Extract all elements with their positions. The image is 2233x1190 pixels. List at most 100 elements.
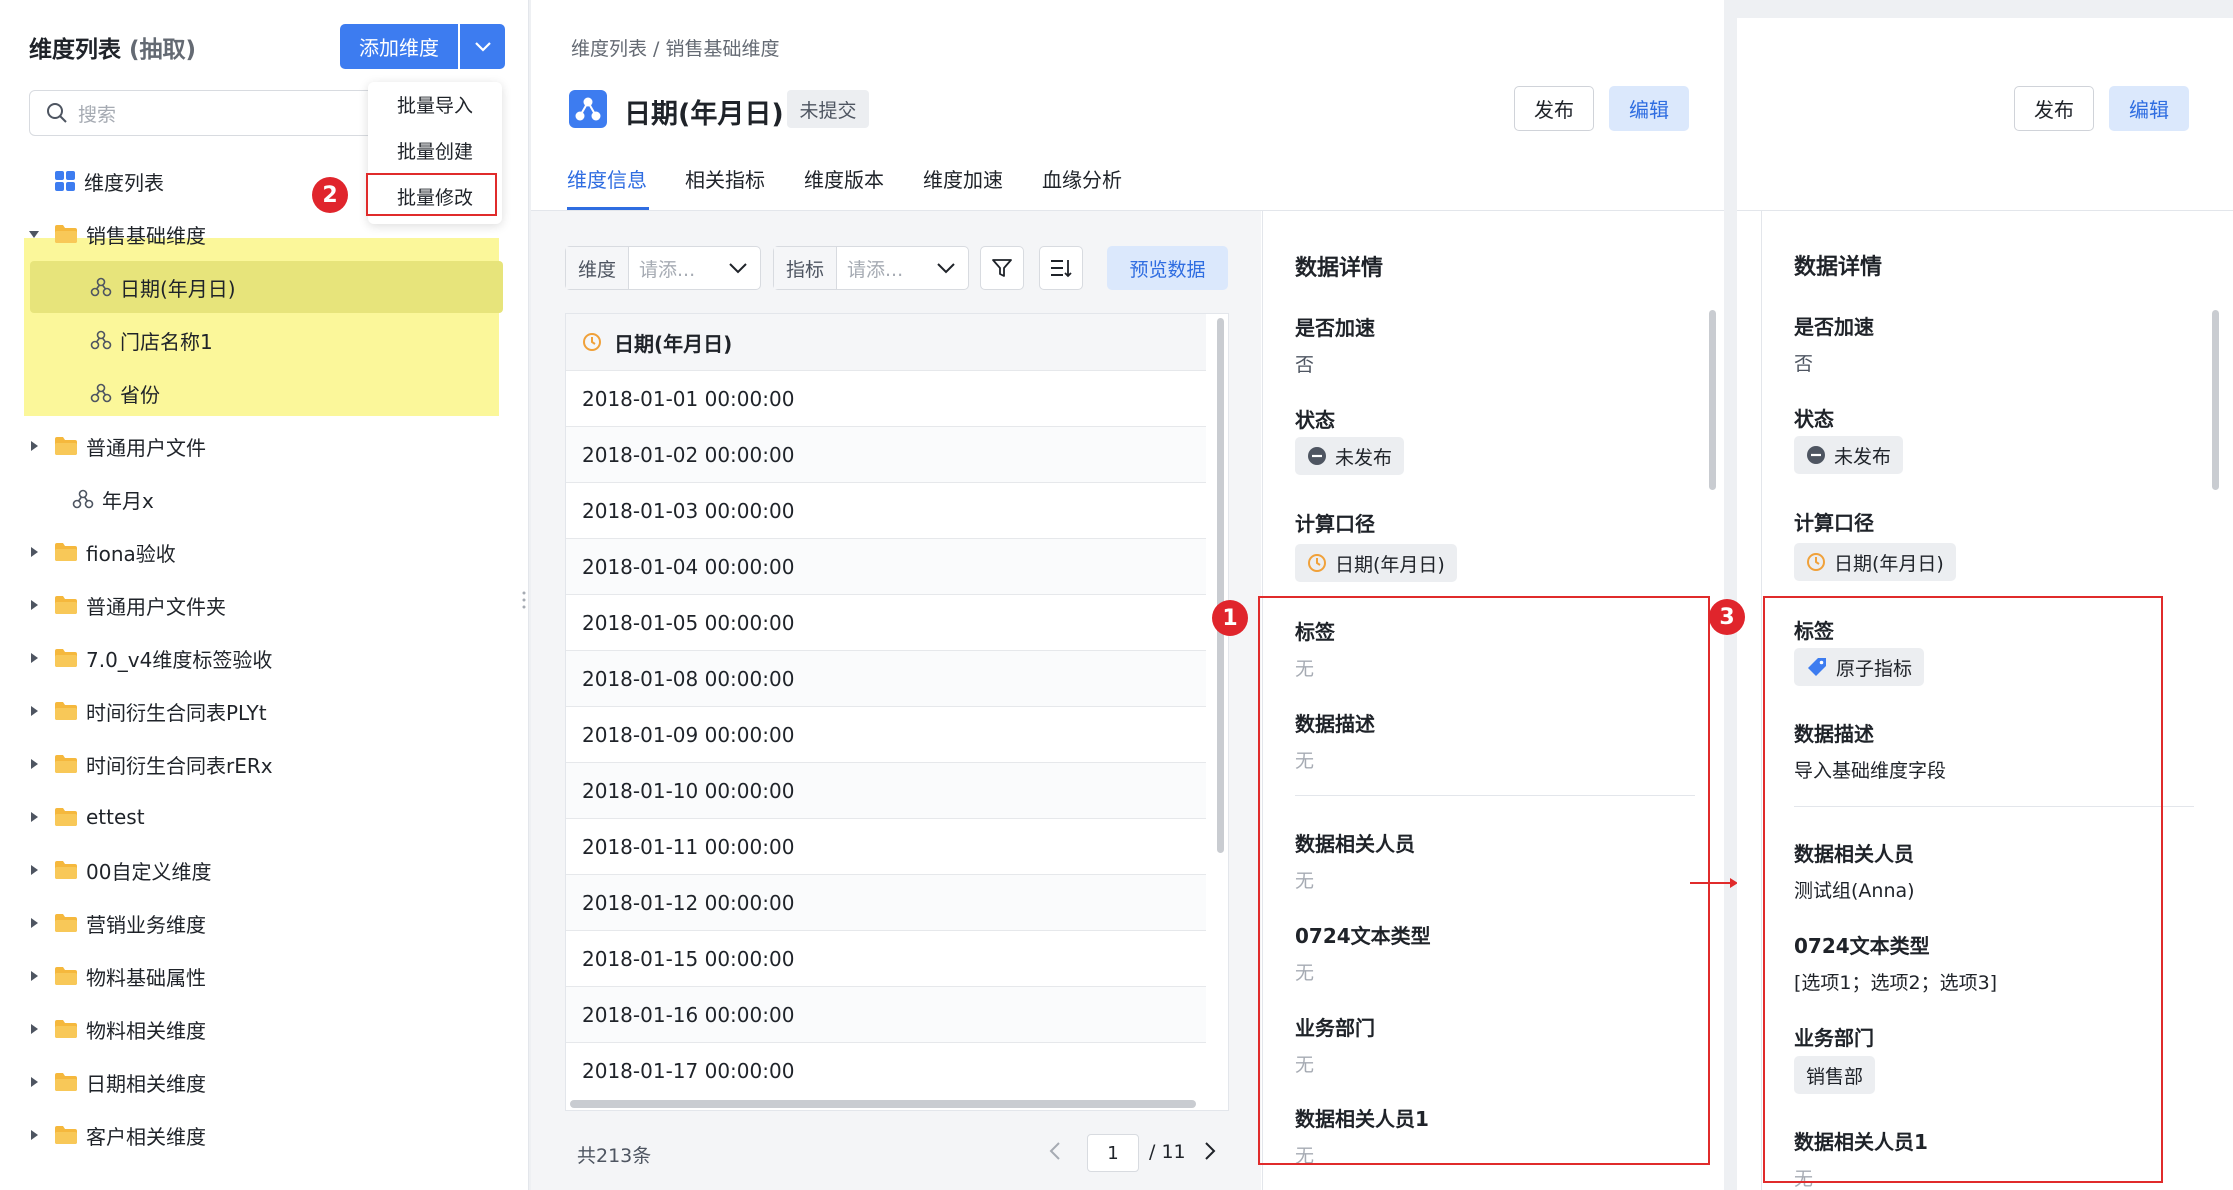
page-title: 日期(年月日) <box>624 99 784 130</box>
tree-item[interactable]: 营销业务维度 <box>24 897 206 949</box>
folder-icon <box>55 808 77 826</box>
tree-item[interactable]: 维度列表 <box>24 155 164 207</box>
tree-item-label: 00自定义维度 <box>86 859 212 884</box>
folder-icon <box>55 755 77 773</box>
edit-button-after[interactable]: 编辑 <box>2109 86 2189 131</box>
caret-right-icon[interactable] <box>29 970 39 982</box>
tab-dimension-acceleration[interactable]: 维度加速 <box>923 164 1003 193</box>
tree-item-label: 时间衍生合同表rERx <box>86 753 273 778</box>
field-label-status-after: 状态 <box>1794 407 1834 431</box>
minus-circle-icon <box>1308 447 1326 465</box>
tab-dimension-info[interactable]: 维度信息 <box>567 164 647 193</box>
caret-right-icon[interactable] <box>29 917 39 929</box>
tab-related-metrics[interactable]: 相关指标 <box>685 164 765 193</box>
caret-right-icon[interactable] <box>29 599 39 611</box>
tree-item-icon <box>54 913 78 933</box>
caret-right-icon[interactable] <box>29 705 39 717</box>
add-dimension-button[interactable]: 添加维度 <box>340 24 458 69</box>
tree-item[interactable]: 7.0_v4维度标签验收 <box>24 632 272 684</box>
tree-caret <box>24 917 44 929</box>
tree-item[interactable]: 00自定义维度 <box>24 844 211 896</box>
tree-item-icon <box>90 276 112 298</box>
caret-right-icon[interactable] <box>29 1129 39 1141</box>
tree-caret <box>24 599 44 611</box>
tree-item[interactable]: ettest <box>24 791 145 843</box>
pager-next-button[interactable] <box>1203 1141 1217 1165</box>
tree-item[interactable]: 普通用户文件夹 <box>24 579 226 631</box>
add-dimension-dropdown-toggle[interactable] <box>460 24 505 69</box>
table-row: 2018-01-01 00:00:00 <box>566 370 1206 426</box>
tree-caret <box>24 1129 44 1141</box>
caret-right-icon[interactable] <box>29 758 39 770</box>
tree-item[interactable]: 时间衍生合同表rERx <box>24 738 273 790</box>
tree-item[interactable]: 客户相关维度 <box>24 1109 206 1161</box>
publish-button[interactable]: 发布 <box>1514 86 1594 131</box>
detail-scrollbar-after[interactable] <box>2212 310 2219 490</box>
tree-item[interactable]: 普通用户文件 <box>24 420 206 472</box>
pager-page-input[interactable]: 1 <box>1087 1134 1139 1172</box>
tree-caret <box>24 811 44 823</box>
field-label-calc-after: 计算口径 <box>1794 511 1874 535</box>
edit-button[interactable]: 编辑 <box>1609 86 1689 131</box>
tree-item-icon <box>54 966 78 986</box>
tree-item-label: 普通用户文件夹 <box>86 594 226 619</box>
table-row: 2018-01-15 00:00:00 <box>566 930 1206 986</box>
table-vertical-scrollbar[interactable] <box>1217 318 1224 853</box>
table-row: 2018-01-05 00:00:00 <box>566 594 1206 650</box>
add-dimension-split-button: 添加维度 <box>340 24 505 69</box>
dimension-sidebar: 维度列表 (抽取) 添加维度 搜索 维度列表 销售基础维度 日期(年月日) 门店名称1… <box>0 0 529 1190</box>
tree-item[interactable]: 物料基础属性 <box>24 950 206 1002</box>
tree-item-label: 年月x <box>102 488 154 513</box>
preview-data-button[interactable]: 预览数据 <box>1107 246 1228 290</box>
caret-right-icon[interactable] <box>29 1023 39 1035</box>
pager-prev-button[interactable] <box>1048 1141 1062 1165</box>
menu-item-batch-import[interactable]: 批量导入 <box>368 82 502 126</box>
tree-item[interactable]: 门店名称1 <box>24 314 213 366</box>
caret-right-icon[interactable] <box>29 1076 39 1088</box>
filter-button[interactable] <box>980 246 1024 290</box>
folder-icon <box>55 914 77 932</box>
caret-right-icon[interactable] <box>29 652 39 664</box>
detail-scrollbar[interactable] <box>1709 310 1716 490</box>
caret-right-icon[interactable] <box>29 811 39 823</box>
tree-item[interactable]: 年月x <box>24 473 154 525</box>
dimension-filter-placeholder: 请添... <box>639 258 696 281</box>
tree-item[interactable]: 日期相关维度 <box>24 1056 206 1108</box>
caret-down-icon[interactable] <box>28 229 40 239</box>
dimension-icon <box>72 489 94 509</box>
folder-icon <box>55 1073 77 1091</box>
field-value-acceleration-after: 否 <box>1794 353 1814 375</box>
tree-item-label: 客户相关维度 <box>86 1124 206 1149</box>
caret-right-icon[interactable] <box>29 546 39 558</box>
tree-item-icon <box>54 436 78 456</box>
dimension-detail-panel: 维度列表 / 销售基础维度 日期(年月日) 未提交 发布 编辑 维度信息 相关指… <box>531 0 1724 1190</box>
table-header-label: 日期(年月日) <box>614 331 733 356</box>
dimension-filter-select[interactable]: 维度 请添... <box>565 246 761 290</box>
menu-item-batch-create[interactable]: 批量创建 <box>368 128 502 172</box>
tree-item[interactable]: 时间衍生合同表PLYt <box>24 685 267 737</box>
metric-filter-select[interactable]: 指标 请添... <box>773 246 969 290</box>
field-label-acceleration: 是否加速 <box>1295 316 1375 340</box>
tree-item[interactable]: 日期(年月日) <box>24 261 236 313</box>
chevron-left-icon <box>1049 1142 1060 1160</box>
tree-item[interactable]: 销售基础维度 <box>24 208 206 260</box>
tree-item[interactable]: fiona验收 <box>24 526 176 578</box>
tree-item[interactable]: 省份 <box>24 367 160 419</box>
tree-item-icon <box>54 542 78 562</box>
table-row: 2018-01-10 00:00:00 <box>566 762 1206 818</box>
tree-item-label: 日期(年月日) <box>120 276 236 301</box>
sort-button[interactable] <box>1039 246 1083 290</box>
table-horizontal-scrollbar[interactable] <box>570 1100 1196 1108</box>
tab-dimension-versions[interactable]: 维度版本 <box>804 164 884 193</box>
tab-lineage-analysis[interactable]: 血缘分析 <box>1042 164 1122 193</box>
annotation-badge-3: 3 <box>1709 599 1745 635</box>
caret-right-icon[interactable] <box>29 440 39 452</box>
publish-button-after[interactable]: 发布 <box>2014 86 2094 131</box>
table-row: 2018-01-04 00:00:00 <box>566 538 1206 594</box>
tree-item[interactable]: 物料相关维度 <box>24 1003 206 1055</box>
panel-resize-handle[interactable] <box>522 590 526 610</box>
caret-right-icon[interactable] <box>29 864 39 876</box>
calc-value-text-after: 日期(年月日) <box>1834 552 1944 575</box>
tree-item-icon <box>54 1072 78 1092</box>
table-row: 2018-01-11 00:00:00 <box>566 818 1206 874</box>
